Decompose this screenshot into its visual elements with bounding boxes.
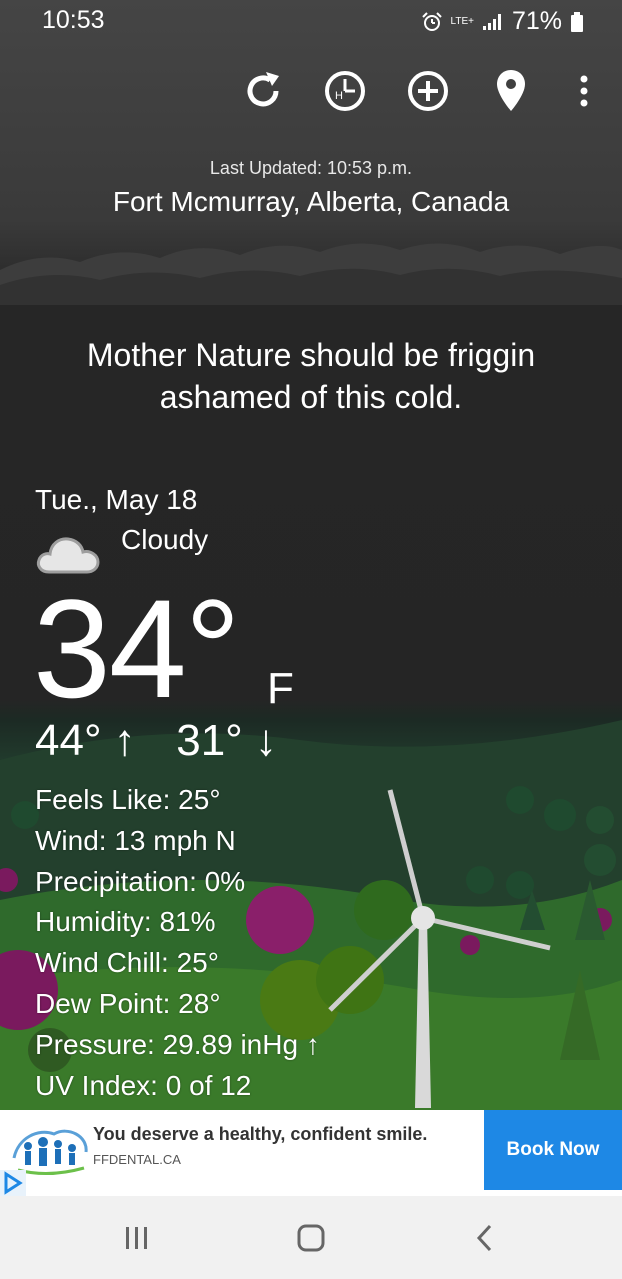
ad-book-now-button[interactable]: Book Now [484, 1110, 622, 1190]
high-low: 44° ↑ 31° ↓ [35, 716, 277, 766]
home-button[interactable] [281, 1218, 341, 1258]
detail-dew-point: Dew Point: 28° [35, 987, 221, 1019]
detail-wind: Wind: 13 mph N [35, 824, 236, 856]
svg-text:H: H [335, 90, 343, 102]
more-vert-icon [580, 75, 588, 107]
detail-humidity: Humidity: 81% [35, 906, 216, 938]
status-time: 10:53 [42, 6, 105, 34]
battery-percent: 71% [511, 7, 562, 35]
current-temperature: 34° [33, 570, 241, 727]
ad-headline[interactable]: You deserve a healthy, confident smile. [93, 1124, 427, 1145]
signal-icon [482, 13, 501, 30]
back-icon [476, 1224, 492, 1252]
recent-apps-icon [126, 1227, 147, 1249]
high-temp: 44° ↑ [35, 716, 136, 765]
condition-text: Cloudy [121, 524, 209, 555]
back-button[interactable] [455, 1218, 515, 1258]
location-pin-icon [497, 70, 525, 111]
refresh-button[interactable] [238, 66, 288, 116]
detail-wind-chill: Wind Chill: 25° [35, 947, 219, 979]
low-temp: 31° ↓ [176, 716, 277, 765]
weather-quip: Mother Nature should be friggin ashamed … [86, 337, 536, 415]
system-nav-bar [0, 1196, 622, 1279]
detail-precipitation: Precipitation: 0% [35, 865, 246, 897]
detail-uv-index: UV Index: 0 of 12 [35, 1069, 252, 1101]
detail-pressure: Pressure: 29.89 inHg ↑ [35, 1028, 320, 1060]
recent-apps-button[interactable] [107, 1218, 167, 1258]
temperature-unit[interactable]: F [267, 664, 294, 714]
battery-icon [571, 11, 583, 32]
history-button[interactable]: H [320, 66, 370, 116]
home-icon [297, 1224, 325, 1252]
location-name[interactable]: Fort Mcmurray, Alberta, Canada [0, 186, 622, 218]
network-type: LTE+ [450, 15, 474, 27]
history-clock-icon: H [325, 71, 365, 111]
refresh-icon [247, 72, 279, 107]
add-location-button[interactable] [403, 66, 453, 116]
last-updated: Last Updated: 10:53 p.m. [209, 158, 413, 178]
toolbar: H [0, 66, 622, 116]
ad-choices-icon[interactable] [0, 1170, 26, 1196]
status-icons: LTE+ 71% [421, 7, 584, 36]
ad-domain: FFDENTAL.CA [93, 1152, 181, 1167]
more-options-button[interactable] [559, 66, 609, 116]
weather-details: Feels Like: 25° Wind: 13 mph N Precipita… [35, 780, 320, 1106]
location-button[interactable] [486, 66, 536, 116]
ad-banner[interactable]: You deserve a healthy, confident smile. … [0, 1110, 622, 1196]
add-location-icon [408, 71, 448, 111]
detail-feels-like: Feels Like: 25° [35, 784, 221, 815]
forecast-date: Tue., May 18 [35, 484, 198, 515]
status-bar: 10:53 LTE+ 71% [0, 0, 622, 44]
alarm-icon [421, 11, 442, 31]
